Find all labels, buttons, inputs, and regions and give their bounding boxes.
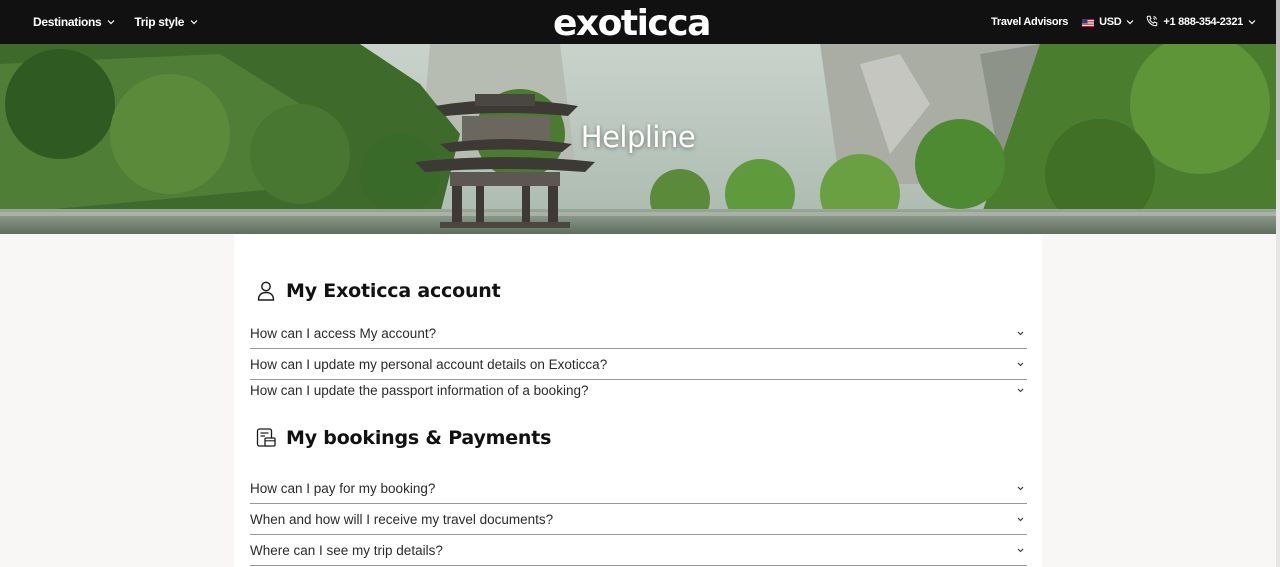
user-icon	[256, 280, 276, 302]
faq-question: How can I access My account?	[250, 325, 437, 341]
chevron-down-icon	[1248, 18, 1256, 26]
faq-item[interactable]: When and how will I receive my travel do…	[250, 504, 1027, 535]
chevron-down-icon	[190, 18, 198, 26]
us-flag-icon	[1082, 18, 1095, 27]
section-account-header: My Exoticca account	[256, 280, 501, 302]
phone-selector[interactable]: +1 888-354-2321	[1146, 15, 1256, 30]
chevron-down-icon	[1016, 329, 1025, 338]
travel-advisors-label: Travel Advisors	[991, 16, 1069, 28]
phone-icon	[1146, 15, 1158, 30]
nav-right: Travel Advisors USD +1 888-354-2321	[991, 0, 1256, 44]
phone-number: +1 888-354-2321	[1163, 16, 1243, 28]
faq-question: How can I update the passport informatio…	[250, 383, 589, 398]
nav-trip-style[interactable]: Trip style	[134, 15, 198, 29]
chevron-down-icon	[1016, 515, 1025, 524]
nav-destinations-label: Destinations	[33, 15, 102, 29]
faq-item[interactable]: How can I pay for my booking?	[250, 473, 1027, 504]
faq-item[interactable]: How can I access My account?	[250, 318, 1027, 349]
nav-left: Destinations Trip style	[33, 0, 198, 44]
nav-trip-style-label: Trip style	[134, 15, 185, 29]
exoticca-logo[interactable]: exoticca	[551, 0, 727, 44]
currency-label: USD	[1099, 16, 1122, 28]
nav-destinations[interactable]: Destinations	[33, 15, 115, 29]
chevron-down-icon	[107, 18, 115, 26]
chevron-down-icon	[1016, 386, 1025, 395]
section-title: My bookings & Payments	[286, 427, 552, 449]
section-title: My Exoticca account	[286, 280, 501, 302]
logo-wordmark: exoticca	[553, 3, 711, 42]
hero-banner: Helpline	[0, 44, 1276, 234]
travel-advisors-link[interactable]: Travel Advisors	[991, 16, 1068, 28]
faq-question: Where can I see my trip details?	[250, 542, 443, 558]
top-nav-bar: Destinations Trip style exoticca Travel …	[0, 0, 1276, 44]
chevron-down-icon	[1016, 546, 1025, 555]
svg-text:exoticca: exoticca	[553, 3, 710, 42]
faq-question: When and how will I receive my travel do…	[250, 511, 554, 527]
faq-item[interactable]: How can I update the passport informatio…	[250, 376, 1027, 405]
faq-item[interactable]: Where can I see my trip details?	[250, 535, 1027, 566]
scrollbar-thumb[interactable]	[1276, 0, 1280, 160]
faq-question: How can I pay for my booking?	[250, 480, 436, 496]
chevron-down-icon	[1016, 360, 1025, 369]
chevron-down-icon	[1126, 18, 1134, 26]
page-scrollbar[interactable]	[1276, 0, 1280, 567]
chevron-down-icon	[1016, 484, 1025, 493]
page-title: Helpline	[580, 120, 696, 154]
booking-card-icon	[256, 427, 276, 449]
section-bookings-header: My bookings & Payments	[256, 427, 551, 449]
currency-selector[interactable]: USD	[1082, 16, 1134, 28]
faq-card: My Exoticca account How can I access My …	[234, 234, 1042, 567]
faq-question: How can I update my personal account det…	[250, 356, 608, 372]
